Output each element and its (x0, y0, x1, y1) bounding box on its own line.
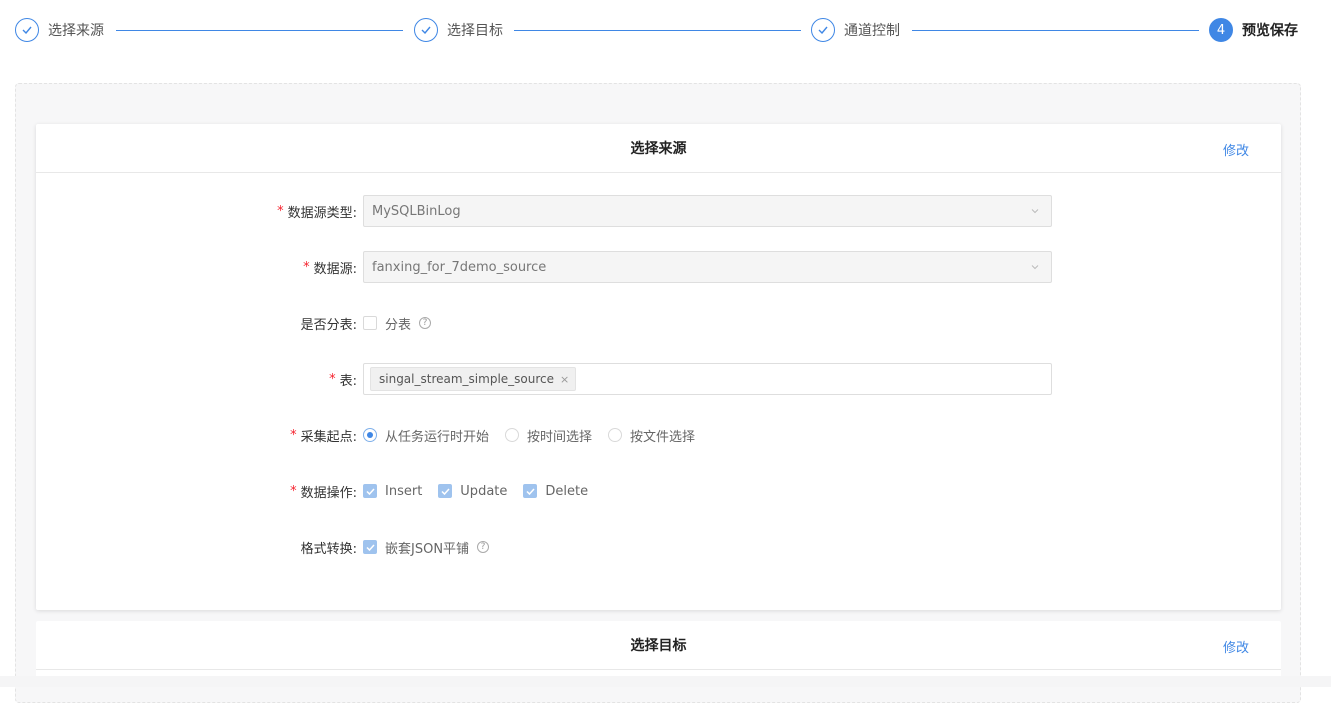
source-type-select[interactable]: MySQLBinLog (363, 195, 1052, 227)
form-row-source: * 数据源: fanxing_for_7demo_source (36, 251, 1281, 283)
step-title: 通道控制 (844, 23, 900, 39)
help-icon[interactable]: ? (477, 541, 490, 553)
edit-link[interactable]: 修改 (1223, 637, 1249, 656)
step-connector (116, 30, 403, 31)
steps-bar: 选择来源 选择目标 通道控制 4 预览保存 (0, 0, 1331, 60)
step-connector (912, 30, 1199, 31)
form-row-source-type: * 数据源类型: MySQLBinLog (36, 195, 1281, 227)
chevron-down-icon (1031, 209, 1039, 214)
update-checkbox[interactable] (438, 484, 453, 498)
bottom-fade (0, 676, 1331, 687)
radio-button[interactable] (608, 428, 623, 442)
step-channel-control[interactable]: 通道控制 (811, 17, 900, 43)
form-label: * 数据源: (303, 259, 357, 277)
check-icon (441, 487, 450, 495)
checkbox-option[interactable]: Delete (523, 484, 588, 499)
step-select-source[interactable]: 选择来源 (15, 17, 104, 43)
radio-option[interactable]: 按时间选择 (505, 426, 592, 445)
checkbox-option[interactable]: Insert (363, 484, 422, 499)
form-label: * 数据操作: (290, 483, 357, 501)
check-icon (365, 543, 375, 551)
select-value: MySQLBinLog (372, 203, 461, 219)
delete-checkbox[interactable] (523, 484, 538, 498)
sharding-checkbox[interactable] (363, 316, 377, 330)
step-number: 4 (1209, 18, 1233, 42)
form-row-format: 格式转换: 嵌套JSON平铺 ? (36, 531, 1281, 563)
check-icon (414, 18, 438, 42)
check-icon (811, 18, 835, 42)
radio-label: 按文件选择 (630, 429, 696, 445)
form-label: * 采集起点: (290, 427, 357, 445)
checkbox-label: 嵌套JSON平铺 (385, 541, 470, 557)
card-title: 选择来源 (630, 141, 687, 157)
check-icon (365, 487, 375, 495)
card-header: 选择目标 修改 (36, 621, 1281, 670)
form-label: 格式转换: (300, 541, 357, 557)
radio-label: 从任务运行时开始 (385, 429, 490, 445)
radio-button[interactable] (505, 428, 520, 442)
radio-label: 按时间选择 (527, 429, 593, 445)
form-label: * 表: (329, 371, 357, 389)
checkbox-label: 分表 (385, 317, 412, 333)
checkbox-label: Delete (545, 483, 589, 499)
close-icon[interactable]: × (560, 373, 569, 386)
radio-option[interactable]: 从任务运行时开始 (363, 426, 489, 445)
step-title: 选择来源 (48, 23, 104, 39)
select-value: fanxing_for_7demo_source (372, 259, 547, 275)
radio-button[interactable] (363, 428, 377, 442)
table-tag: singal_stream_simple_source × (370, 367, 577, 391)
checkbox-label: Update (460, 483, 508, 499)
help-icon[interactable]: ? (419, 317, 432, 329)
form-row-start-point: * 采集起点: 从任务运行时开始 按时间选择 按文件选择 (36, 419, 1281, 451)
form-row-table: * 表: singal_stream_simple_source × (36, 363, 1281, 395)
insert-checkbox[interactable] (363, 484, 377, 498)
radio-option[interactable]: 按文件选择 (608, 426, 695, 445)
check-icon (526, 487, 535, 495)
source-card: 选择来源 修改 * 数据源类型: MySQLBinLog * 数据源: fanxin… (36, 124, 1281, 610)
step-title: 选择目标 (447, 23, 503, 39)
source-select[interactable]: fanxing_for_7demo_source (363, 251, 1052, 283)
table-select[interactable]: singal_stream_simple_source × (363, 363, 1052, 395)
flatten-json-checkbox[interactable] (363, 540, 377, 554)
checkbox-label: Insert (385, 483, 423, 499)
card-header: 选择来源 修改 (36, 124, 1281, 173)
form-row-operations: * 数据操作: Insert Update Delete (36, 475, 1281, 507)
step-connector (514, 30, 801, 31)
tag-label: singal_stream_simple_source (379, 372, 555, 386)
form-row-sharding: 是否分表: 分表 ? (36, 307, 1281, 339)
form-label: * 数据源类型: (277, 203, 357, 221)
chevron-down-icon (1031, 265, 1039, 270)
step-title: 预览保存 (1242, 23, 1298, 39)
check-icon (15, 18, 39, 42)
edit-link[interactable]: 修改 (1223, 140, 1249, 159)
form-label: 是否分表: (300, 317, 357, 333)
step-preview-save[interactable]: 4 预览保存 (1209, 17, 1298, 43)
card-title: 选择目标 (630, 638, 687, 654)
step-select-target[interactable]: 选择目标 (414, 17, 503, 43)
checkbox-option[interactable]: Update (438, 484, 507, 499)
